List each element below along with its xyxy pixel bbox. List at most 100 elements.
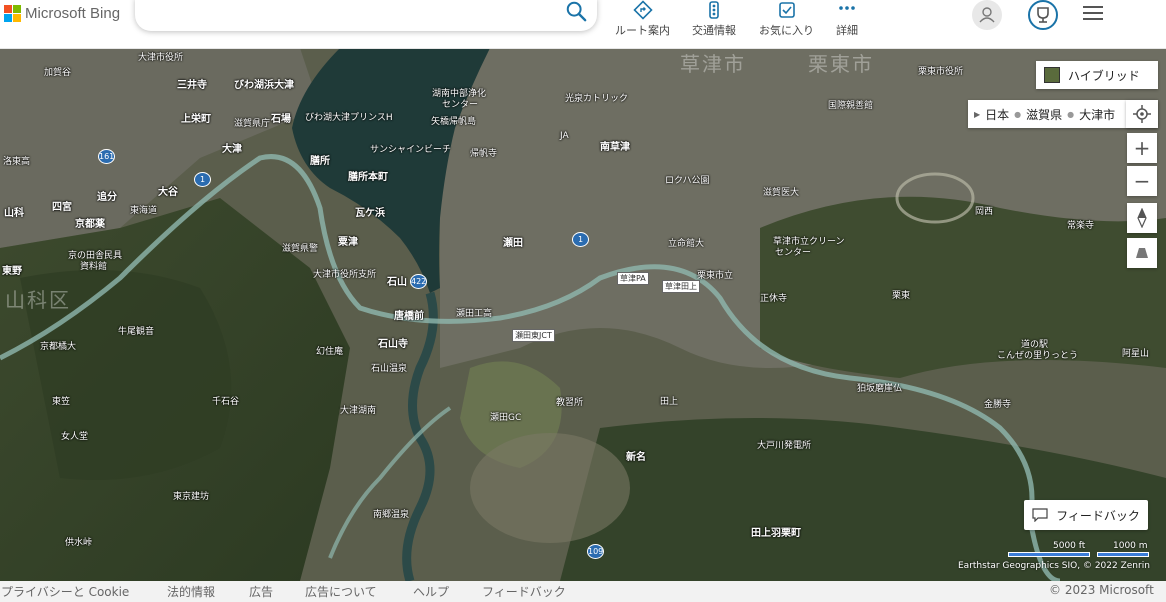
- top-bar: Microsoft Bing ルート案内 交通情報 お気に入り 詳細: [0, 0, 1166, 49]
- locate-icon: [1133, 105, 1151, 123]
- expand-arrow-icon[interactable]: ▶: [974, 110, 980, 119]
- footer-link-about-ads[interactable]: 広告について: [305, 583, 377, 600]
- map-style-label: ハイブリッド: [1068, 68, 1140, 83]
- breadcrumb-item[interactable]: 日本: [985, 106, 1009, 123]
- place-label: 滋賀県警: [282, 244, 319, 254]
- place-label: 狛坂磨崖仏: [857, 384, 903, 394]
- scale-bar-feet: [1008, 552, 1090, 557]
- hamburger-menu-icon[interactable]: [1083, 6, 1103, 22]
- place-label: 粟津: [338, 237, 358, 248]
- place-label: 瀬田: [503, 238, 523, 249]
- place-label: 大津: [222, 144, 242, 155]
- place-label: 栗東: [892, 291, 911, 301]
- user-icon: [979, 7, 995, 23]
- footer-link-privacy[interactable]: プライバシーと Cookie: [1, 583, 129, 600]
- place-label: 正休寺: [760, 294, 788, 304]
- place-label: 滋賀医大: [763, 188, 800, 198]
- place-label: 唐橋前: [394, 311, 424, 322]
- tilt-button[interactable]: [1127, 238, 1157, 268]
- nav-label: 詳細: [836, 24, 858, 37]
- place-label: 国際親善館: [828, 101, 874, 111]
- place-label: 石山: [387, 277, 407, 288]
- feedback-button[interactable]: フィードバック: [1024, 500, 1148, 530]
- account-button[interactable]: [972, 0, 1002, 30]
- footer: プライバシーと Cookie 法的情報 広告 広告について ヘルプ フィードバッ…: [0, 581, 1166, 602]
- place-label: びわ湖浜大津: [234, 80, 294, 91]
- place-label: 大津市役所: [138, 53, 184, 63]
- bing-logo[interactable]: Microsoft Bing: [4, 4, 120, 22]
- rewards-button[interactable]: [1028, 0, 1058, 30]
- copyright: © 2023 Microsoft: [1049, 583, 1154, 597]
- place-label: 立命館大: [668, 239, 705, 249]
- scale-bar-meters: [1097, 552, 1149, 557]
- footer-link-ads[interactable]: 広告: [249, 583, 273, 600]
- route-1-shield: 1: [194, 172, 211, 187]
- place-label: 滋賀県庁: [234, 119, 271, 129]
- footer-link-legal[interactable]: 法的情報: [167, 583, 215, 600]
- place-label: 三井寺: [177, 80, 207, 91]
- zoom-in-button[interactable]: +: [1127, 133, 1157, 163]
- place-label: 田上羽栗町: [751, 528, 801, 539]
- place-label: 栗東市役所: [918, 67, 964, 77]
- district-label: 栗東市: [808, 52, 874, 76]
- place-label: 栗東市立: [697, 271, 734, 281]
- nav-traffic[interactable]: 交通情報: [692, 0, 736, 38]
- microsoft-logo-icon: [4, 5, 21, 22]
- place-label: 女人堂: [61, 432, 89, 442]
- directions-icon: [632, 0, 653, 20]
- place-label: 京都橘大: [40, 342, 77, 352]
- compass-icon: [1137, 208, 1147, 228]
- favorites-icon: [778, 2, 795, 18]
- separator-dot-icon: ●: [1014, 109, 1022, 119]
- nav-favorites[interactable]: お気に入り: [759, 0, 814, 38]
- nav-more[interactable]: 詳細: [836, 0, 858, 38]
- place-label: 田上: [660, 397, 679, 407]
- place-label: 石山寺: [378, 339, 408, 350]
- place-label: 追分: [97, 192, 117, 203]
- place-label: 瓦ケ浜: [355, 208, 385, 219]
- nav-label: 交通情報: [692, 24, 736, 37]
- place-label: 帰帆寺: [470, 149, 498, 159]
- junction-label: 瀬田東JCT: [512, 329, 555, 342]
- place-label: 東海道: [130, 206, 158, 216]
- breadcrumb-item[interactable]: 滋賀県: [1026, 106, 1062, 123]
- breadcrumb-item[interactable]: 大津市: [1079, 106, 1115, 123]
- district-label: 山科区: [5, 288, 71, 312]
- place-label: 光泉カトリック: [565, 94, 629, 104]
- locate-me-button[interactable]: [1126, 100, 1158, 128]
- search-icon[interactable]: [565, 0, 587, 22]
- search-input[interactable]: [135, 0, 597, 31]
- footer-link-help[interactable]: ヘルプ: [413, 583, 449, 600]
- district-label: 草津市: [680, 52, 746, 76]
- more-icon: [839, 6, 855, 10]
- place-label: 南草津: [600, 142, 630, 153]
- place-label: 東野: [2, 266, 22, 277]
- place-label: びわ湖大津プリンスH: [305, 113, 393, 123]
- place-label: こんぜの里りっとう: [997, 351, 1079, 361]
- place-label: 新名: [626, 452, 646, 463]
- place-label: 石場: [271, 114, 291, 125]
- zoom-out-button[interactable]: −: [1127, 166, 1157, 196]
- feedback-label: フィードバック: [1056, 508, 1140, 523]
- place-label: センター: [775, 248, 812, 258]
- place-label: 大津市役所支所: [313, 270, 377, 280]
- chat-bubble-icon: [1032, 508, 1048, 522]
- footer-link-feedback[interactable]: フィードバック: [482, 583, 566, 600]
- nav-label: ルート案内: [615, 24, 670, 37]
- place-label: 洛東高: [3, 157, 31, 167]
- place-label: センター: [442, 100, 479, 110]
- place-label: 京都薬: [75, 219, 105, 230]
- place-label: ロクハ公園: [665, 176, 710, 186]
- place-label: 石山温泉: [371, 364, 408, 374]
- place-label: 四宮: [52, 202, 72, 213]
- compass-button[interactable]: [1127, 203, 1157, 233]
- place-label: 阿星山: [1122, 349, 1150, 359]
- scale-meters: 1000 m: [1113, 541, 1148, 551]
- place-label: 加賀谷: [44, 68, 72, 78]
- nav-directions[interactable]: ルート案内: [615, 0, 670, 38]
- aerial-thumbnail-icon: [1044, 67, 1060, 83]
- place-label: 大津湖南: [340, 406, 377, 416]
- place-label: 膳所: [310, 156, 330, 167]
- map-style-button[interactable]: ハイブリッド: [1036, 61, 1158, 89]
- brand-name: Microsoft Bing: [25, 4, 121, 22]
